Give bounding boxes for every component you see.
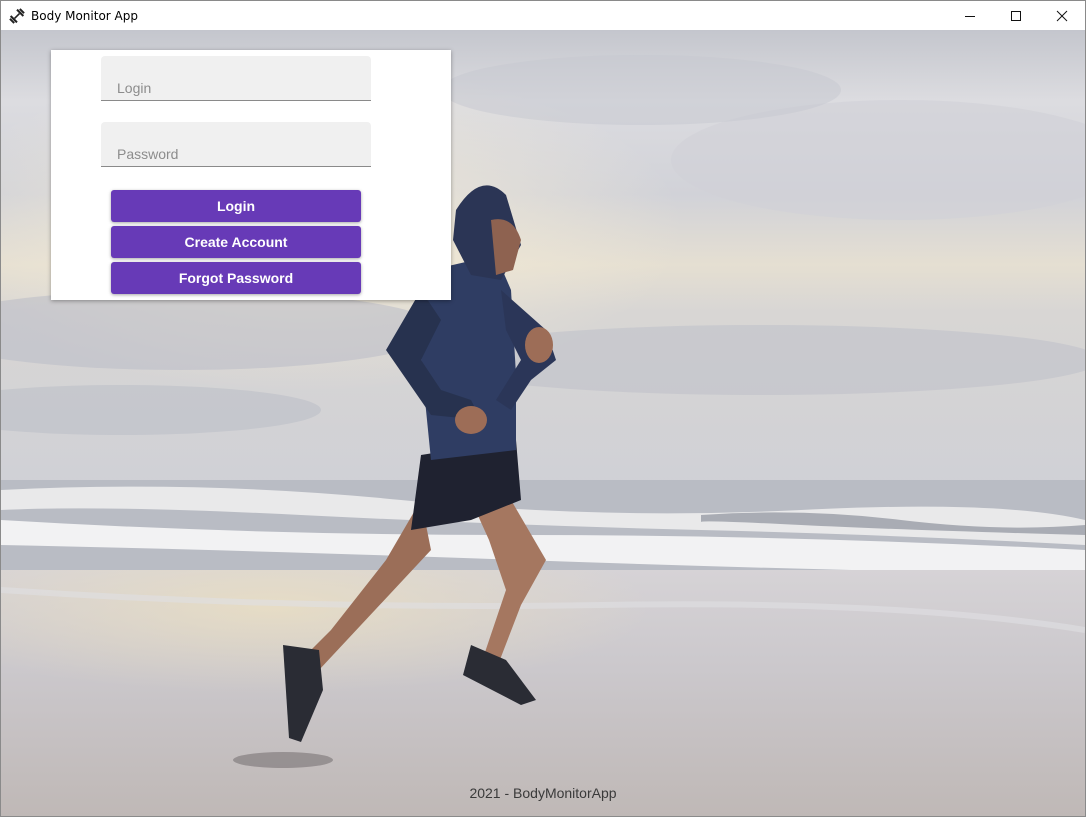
- app-window: Body Monitor App Login Login Create Acco…: [0, 0, 1086, 817]
- minimize-icon: [965, 15, 975, 17]
- footer-text: 2021 - BodyMonitorApp: [469, 785, 617, 801]
- close-icon: [1056, 10, 1068, 21]
- close-button[interactable]: [1039, 1, 1085, 30]
- password-field[interactable]: [101, 122, 371, 167]
- maximize-icon: [1011, 10, 1021, 21]
- create-account-button[interactable]: Create Account: [111, 226, 361, 258]
- dumbbell-icon: [8, 7, 26, 25]
- title-bar[interactable]: Body Monitor App: [1, 1, 1085, 30]
- window-controls: [947, 1, 1085, 30]
- login-button[interactable]: Login: [111, 190, 361, 222]
- window-title: Body Monitor App: [31, 8, 138, 23]
- maximize-button[interactable]: [993, 1, 1039, 30]
- login-card: Login Create Account Forgot Password: [51, 50, 451, 300]
- forgot-password-button[interactable]: Forgot Password: [111, 262, 361, 294]
- password-input[interactable]: [101, 122, 371, 166]
- login-input[interactable]: [101, 56, 371, 100]
- login-field[interactable]: [101, 56, 371, 101]
- minimize-button[interactable]: [947, 1, 993, 30]
